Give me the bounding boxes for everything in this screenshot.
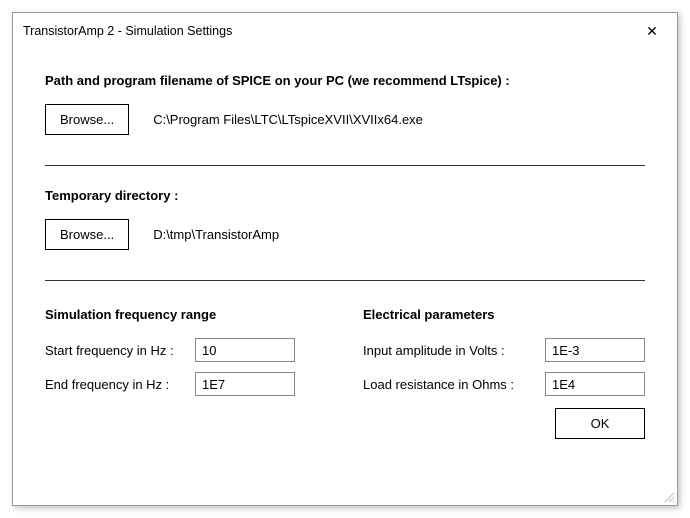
close-button[interactable]: ✕ [635, 19, 669, 43]
load-row: Load resistance in Ohms : [363, 372, 645, 396]
titlebar: TransistorAmp 2 - Simulation Settings ✕ [13, 13, 677, 49]
ok-row: OK [363, 408, 645, 439]
start-freq-label: Start frequency in Hz : [45, 343, 195, 358]
close-icon: ✕ [646, 23, 658, 40]
divider-1 [45, 165, 645, 166]
spice-heading: Path and program filename of SPICE on yo… [45, 73, 645, 88]
load-label: Load resistance in Ohms : [363, 377, 545, 392]
elec-column: Electrical parameters Input amplitude in… [363, 307, 645, 439]
end-freq-input[interactable] [195, 372, 295, 396]
freq-column: Simulation frequency range Start frequen… [45, 307, 323, 439]
content-area: Path and program filename of SPICE on yo… [13, 49, 677, 505]
amp-input[interactable] [545, 338, 645, 362]
tempdir-path-text: D:\tmp\TransistorAmp [153, 227, 279, 242]
start-freq-input[interactable] [195, 338, 295, 362]
elec-heading: Electrical parameters [363, 307, 645, 322]
start-freq-row: Start frequency in Hz : [45, 338, 323, 362]
window-title: TransistorAmp 2 - Simulation Settings [23, 24, 232, 38]
divider-2 [45, 280, 645, 281]
spice-row: Browse... C:\Program Files\LTC\LTspiceXV… [45, 104, 645, 135]
tempdir-row: Browse... D:\tmp\TransistorAmp [45, 219, 645, 250]
columns: Simulation frequency range Start frequen… [45, 307, 645, 439]
dialog-window: TransistorAmp 2 - Simulation Settings ✕ … [12, 12, 678, 506]
ok-button[interactable]: OK [555, 408, 645, 439]
end-freq-row: End frequency in Hz : [45, 372, 323, 396]
load-input[interactable] [545, 372, 645, 396]
amp-row: Input amplitude in Volts : [363, 338, 645, 362]
spice-path-text: C:\Program Files\LTC\LTspiceXVII\XVIIx64… [153, 112, 423, 127]
spice-browse-button[interactable]: Browse... [45, 104, 129, 135]
tempdir-heading: Temporary directory : [45, 188, 645, 203]
amp-label: Input amplitude in Volts : [363, 343, 545, 358]
end-freq-label: End frequency in Hz : [45, 377, 195, 392]
tempdir-browse-button[interactable]: Browse... [45, 219, 129, 250]
resize-grip-icon[interactable] [663, 491, 675, 503]
freq-heading: Simulation frequency range [45, 307, 323, 322]
